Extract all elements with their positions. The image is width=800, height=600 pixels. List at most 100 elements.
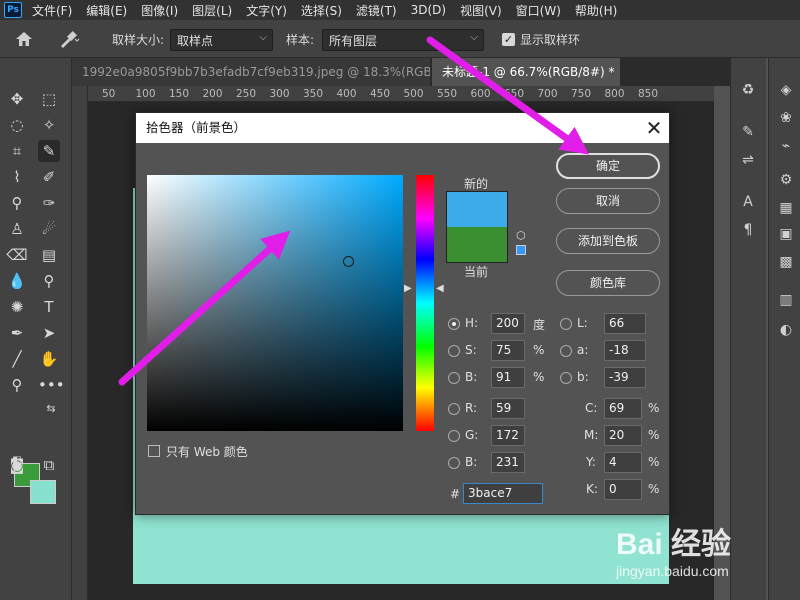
healing-brush-icon[interactable]: ⌇ xyxy=(6,166,28,188)
lab-b-radio[interactable] xyxy=(560,372,572,384)
sample-size-select[interactable]: 取样点 ⌵ xyxy=(170,29,273,51)
add-to-swatches-button[interactable]: 添加到色板 xyxy=(556,228,660,254)
cyan-unit: % xyxy=(648,401,660,415)
quick-mask-icon[interactable]: ◙ xyxy=(6,454,28,476)
color-selector-ring[interactable] xyxy=(343,256,354,267)
web-safe-color-swatch[interactable] xyxy=(516,245,526,255)
black-input[interactable]: 0 xyxy=(604,479,642,500)
blue-input[interactable]: 231 xyxy=(491,452,525,473)
blur-tool-icon[interactable]: 💧 xyxy=(6,270,28,292)
sponge-tool-icon[interactable]: ✺ xyxy=(6,296,28,318)
magenta-input[interactable]: 20 xyxy=(604,425,642,446)
patterns-icon[interactable]: ▣ xyxy=(775,224,797,244)
cancel-button[interactable]: 取消 xyxy=(556,188,660,214)
clone-stamp-icon[interactable]: ⚲ xyxy=(6,192,28,214)
properties-icon[interactable]: ⚙ xyxy=(775,170,797,190)
dodge-tool-icon[interactable]: ⚲ xyxy=(38,270,60,292)
hue-slider-handle-right-icon[interactable]: ◀ xyxy=(436,283,444,294)
color-libraries-button[interactable]: 颜色库 xyxy=(556,270,660,296)
sample-size-label: 取样大小: xyxy=(112,33,165,47)
hue-input[interactable]: 200 xyxy=(491,313,525,334)
text-tool-icon[interactable]: T xyxy=(38,296,60,318)
tab-document-untitled[interactable]: 未标题-1 @ 66.7%(RGB/8#) *× xyxy=(432,58,620,86)
paragraph-panel-icon[interactable]: ¶ xyxy=(737,220,759,240)
green-radio[interactable] xyxy=(448,430,460,442)
saturation-input[interactable]: 75 xyxy=(491,340,525,361)
eyedropper-icon[interactable] xyxy=(58,30,80,48)
hue-slider[interactable] xyxy=(416,175,434,431)
menu-view[interactable]: 视图(V) xyxy=(460,2,502,19)
history-panel-icon[interactable]: ♻ xyxy=(737,80,759,100)
path-selection-icon[interactable]: ➤ xyxy=(38,322,60,344)
sample-select[interactable]: 所有图层 ⌵ xyxy=(322,29,484,51)
paths-icon[interactable]: ⌁ xyxy=(775,136,797,156)
contrast-icon[interactable]: ◐ xyxy=(775,320,797,340)
brightness-radio[interactable] xyxy=(448,372,460,384)
pen-tool-icon[interactable]: ✒ xyxy=(6,322,28,344)
layers-icon[interactable]: ◈ xyxy=(775,80,797,100)
lab-a-input[interactable]: -18 xyxy=(604,340,646,361)
saturation-brightness-field[interactable] xyxy=(147,175,403,431)
red-input[interactable]: 59 xyxy=(491,398,525,419)
lab-l-radio[interactable] xyxy=(560,318,572,330)
marquee-tool-icon[interactable]: ⬚ xyxy=(38,88,60,110)
gradient-tool-icon[interactable]: ▤ xyxy=(38,244,60,266)
adjustments-icon[interactable]: ⇌ xyxy=(737,150,759,170)
eraser-tool-icon[interactable]: ⌫ xyxy=(6,244,28,266)
color-icon[interactable]: ❀ xyxy=(775,108,797,128)
cyan-input[interactable]: 69 xyxy=(604,398,642,419)
menu-3d[interactable]: 3D(D) xyxy=(411,3,446,17)
menu-edit[interactable]: 编辑(E) xyxy=(86,2,127,19)
green-input[interactable]: 172 xyxy=(491,425,525,446)
crop-tool-icon[interactable]: ⌗ xyxy=(6,140,28,162)
hand-tool-icon[interactable]: ✋ xyxy=(38,348,60,370)
menu-select[interactable]: 选择(S) xyxy=(301,2,342,19)
home-icon[interactable] xyxy=(14,30,34,48)
art-history-brush-icon[interactable]: ☄ xyxy=(38,218,60,240)
magic-wand-tool-icon[interactable]: ✧ xyxy=(38,114,60,136)
move-tool-icon[interactable]: ✥ xyxy=(6,88,28,110)
line-tool-icon[interactable]: ╱ xyxy=(6,348,28,370)
brush-settings-icon[interactable]: ✎ xyxy=(737,122,759,142)
eyedropper-tool-icon[interactable]: ✎ xyxy=(38,140,60,162)
menu-file[interactable]: 文件(F) xyxy=(32,2,72,19)
menu-type[interactable]: 文字(Y) xyxy=(246,2,287,19)
lab-a-radio[interactable] xyxy=(560,345,572,357)
swatches-icon[interactable]: ▦ xyxy=(775,198,797,218)
lab-b-input[interactable]: -39 xyxy=(604,367,646,388)
hue-slider-handle-left-icon[interactable]: ▶ xyxy=(404,283,412,294)
menu-filter[interactable]: 滤镜(T) xyxy=(356,2,397,19)
channels-icon[interactable]: ▥ xyxy=(775,290,797,310)
web-colors-only-checkbox[interactable] xyxy=(148,445,160,457)
swap-colors-icon[interactable]: ⇆ xyxy=(40,398,62,420)
menu-window[interactable]: 窗口(W) xyxy=(516,2,561,19)
show-sampling-ring-checkbox[interactable]: ✓ xyxy=(502,33,515,46)
zoom-tool-icon[interactable]: ⚲ xyxy=(6,374,28,396)
more-tools-icon[interactable]: ••• xyxy=(38,374,65,396)
out-of-gamut-cube-icon[interactable]: ⬡ xyxy=(516,229,528,242)
screen-mode-icon[interactable]: ⧉ xyxy=(38,454,60,476)
hex-input[interactable]: 3bace7 xyxy=(463,483,543,504)
menu-image[interactable]: 图像(I) xyxy=(141,2,178,19)
hue-radio[interactable] xyxy=(448,318,460,330)
libraries-icon[interactable]: ▩ xyxy=(775,252,797,272)
character-panel-icon[interactable]: A xyxy=(737,192,759,212)
lasso-tool-icon[interactable]: ◌ xyxy=(6,114,28,136)
watermark-brand: Bai 经验 xyxy=(616,527,731,561)
background-color-swatch[interactable] xyxy=(30,480,56,504)
stamp-tool-icon[interactable]: ♙ xyxy=(6,218,28,240)
lab-l-input[interactable]: 66 xyxy=(604,313,646,334)
blue-radio[interactable] xyxy=(448,457,460,469)
red-radio[interactable] xyxy=(448,403,460,415)
history-brush-icon[interactable]: ✑ xyxy=(38,192,60,214)
ok-button[interactable]: 确定 xyxy=(556,153,660,179)
saturation-radio[interactable] xyxy=(448,345,460,357)
close-icon[interactable]: ✕ xyxy=(642,116,666,140)
current-color-swatch[interactable] xyxy=(447,227,507,262)
menu-help[interactable]: 帮助(H) xyxy=(575,2,617,19)
yellow-input[interactable]: 4 xyxy=(604,452,642,473)
menu-layer[interactable]: 图层(L) xyxy=(192,2,232,19)
brightness-input[interactable]: 91 xyxy=(491,367,525,388)
brush-tool-icon[interactable]: ✐ xyxy=(38,166,60,188)
tab-document-jpeg[interactable]: 1992e0a9805f9bb7b3efadb7cf9eb319.jpeg @ … xyxy=(72,58,430,86)
